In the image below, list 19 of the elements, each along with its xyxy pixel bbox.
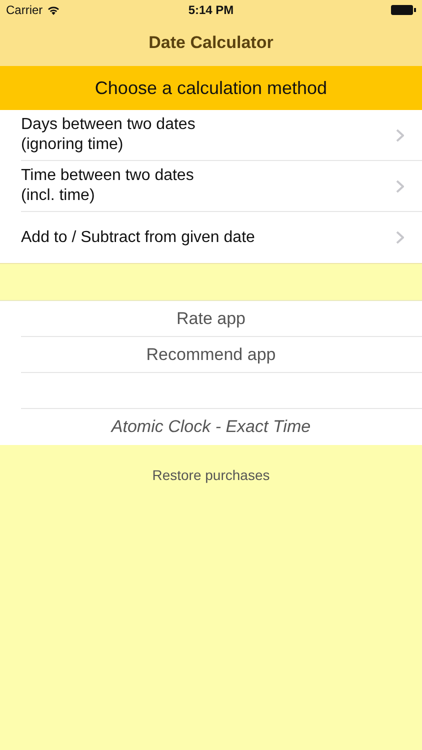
method-row[interactable]: Days between two dates (ignoring time)	[21, 110, 422, 161]
menu-item[interactable]: Recommend app	[146, 344, 276, 364]
section-header: Choose a calculation method	[0, 66, 422, 110]
chevron-icon	[396, 231, 404, 244]
screen-title: Date Calculator	[148, 33, 274, 53]
method-row[interactable]: Time between two dates (incl. time)	[21, 161, 422, 212]
wifi-icon	[46, 5, 60, 15]
method-label: Time between two dates (incl. time)	[21, 166, 194, 206]
clock-time: 5:14 PM	[188, 3, 234, 17]
chevron-icon	[396, 128, 404, 142]
chevron-icon	[396, 180, 404, 192]
carrier-label: Carrier	[6, 3, 43, 17]
method-label: Add to / Subtract from given date	[21, 228, 255, 248]
menu-item[interactable]: Rate app	[176, 308, 246, 328]
app-link[interactable]: Atomic Clock - Exact Time	[111, 417, 311, 437]
battery-icon	[391, 5, 416, 15]
method-label: Days between two dates (ignoring time)	[21, 115, 196, 155]
restore-purchases-link[interactable]: Restore purchases	[152, 467, 270, 483]
method-row[interactable]: Add to / Subtract from given date	[21, 212, 422, 263]
